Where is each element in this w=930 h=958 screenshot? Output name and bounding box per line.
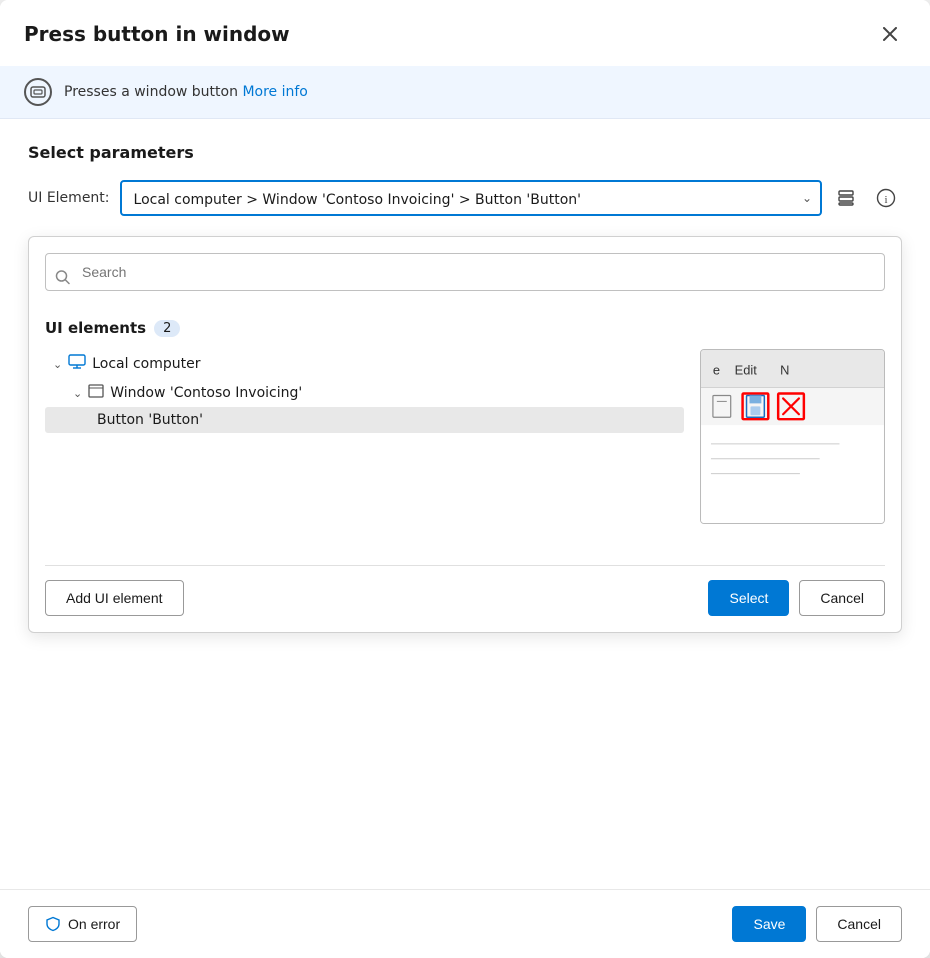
tree-item-button-label: Button 'Button' (97, 412, 203, 428)
close-icon (883, 27, 897, 41)
dropdown-box-text[interactable]: Local computer > Window 'Contoso Invoici… (120, 180, 822, 216)
chevron-expand-icon: ⌄ (53, 358, 62, 371)
ui-elements-badge: 2 (154, 320, 180, 337)
search-input[interactable] (45, 253, 885, 291)
svg-text:e: e (713, 363, 720, 378)
layers-button[interactable] (830, 182, 862, 214)
window-icon (88, 384, 104, 402)
search-wrapper (45, 253, 885, 305)
select-button[interactable]: Select (708, 580, 789, 616)
dialog-body: Select parameters UI Element: Local comp… (0, 119, 930, 889)
computer-icon (68, 354, 86, 374)
dialog-title: Press button in window (24, 22, 290, 46)
panel-footer: Add UI element Select Cancel (45, 565, 885, 616)
tree-list: ⌄ Local computer ⌄ (45, 349, 684, 549)
tree-item-window[interactable]: ⌄ Window 'Contoso Invoicing' (45, 379, 684, 407)
on-error-label: On error (68, 916, 120, 932)
svg-text:N: N (780, 363, 789, 378)
layers-icon (836, 188, 856, 208)
ui-elements-header: UI elements 2 (45, 319, 885, 337)
chevron-expand-icon-2: ⌄ (73, 387, 82, 400)
tree-area: ⌄ Local computer ⌄ (45, 349, 885, 549)
dialog-header: Press button in window (0, 0, 930, 66)
svg-text:Edit: Edit (735, 363, 758, 378)
dialog: Press button in window Presses a window … (0, 0, 930, 958)
section-title: Select parameters (28, 143, 902, 162)
ui-element-label: UI Element: (28, 190, 110, 206)
tree-item-label: Local computer (92, 356, 200, 372)
info-button[interactable]: i (870, 182, 902, 214)
ui-element-field-row: UI Element: Local computer > Window 'Con… (28, 180, 902, 216)
ui-elements-label: UI elements (45, 319, 146, 337)
add-ui-element-button[interactable]: Add UI element (45, 580, 184, 616)
preview-box: e Edit N (700, 349, 885, 524)
dropdown-container: Local computer > Window 'Contoso Invoici… (120, 180, 902, 216)
dropdown-panel: UI elements 2 ⌄ (28, 236, 902, 633)
footer-left: On error (28, 906, 137, 942)
save-button[interactable]: Save (732, 906, 806, 942)
preview-image: e Edit N (701, 350, 884, 523)
dialog-footer: On error Save Cancel (0, 889, 930, 958)
close-button[interactable] (874, 18, 906, 50)
press-button-icon (24, 78, 52, 106)
info-icon: i (876, 188, 896, 208)
more-info-link[interactable]: More info (242, 84, 307, 100)
tree-item-window-label: Window 'Contoso Invoicing' (110, 385, 302, 401)
info-banner: Presses a window button More info (0, 66, 930, 119)
dropdown-box-wrapper: Local computer > Window 'Contoso Invoici… (120, 180, 822, 216)
info-banner-text: Presses a window button More info (64, 84, 308, 100)
on-error-button[interactable]: On error (28, 906, 137, 942)
tree-item-local-computer[interactable]: ⌄ Local computer (45, 349, 684, 379)
cancel-panel-button[interactable]: Cancel (799, 580, 885, 616)
cancel-dialog-button[interactable]: Cancel (816, 906, 902, 942)
svg-text:i: i (884, 194, 887, 206)
shield-icon (45, 916, 61, 932)
tree-item-button[interactable]: Button 'Button' (45, 407, 684, 433)
